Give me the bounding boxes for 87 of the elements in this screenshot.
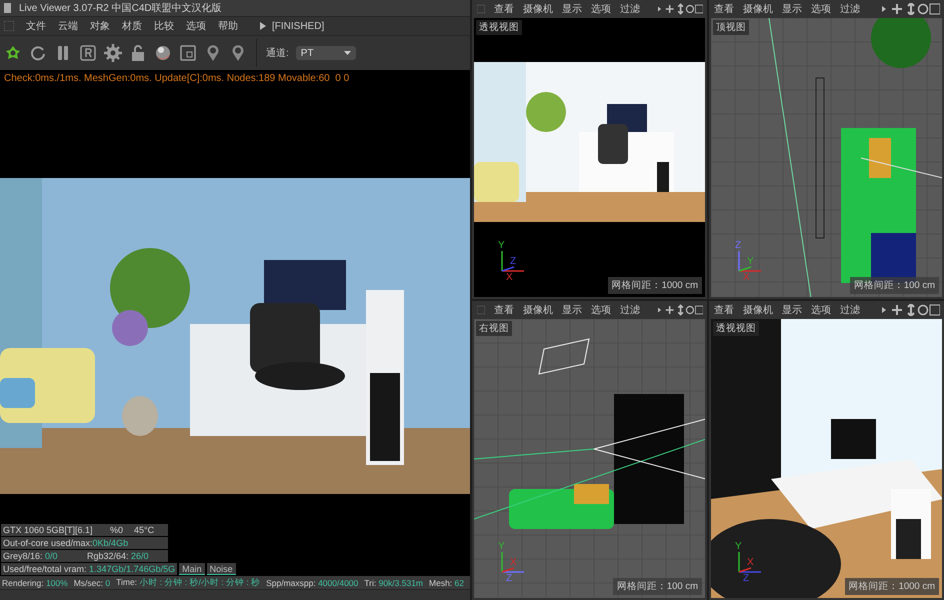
viewport-menu-item[interactable]: 显示 [782,2,802,16]
viewport-menu-item[interactable]: 查看 [494,2,514,16]
axis-label: Z [510,256,516,267]
axis-label: Y [735,541,742,552]
viewport-menu-item[interactable]: 摄像机 [743,303,773,317]
window-icon [4,3,11,13]
settings-icon[interactable] [104,44,122,62]
viewport-title: 透视视图 [713,321,759,336]
viewport-menu-item[interactable]: 查看 [714,303,734,317]
grid-spacing-label: 网格间距：1000 cm [844,578,939,595]
status-item: Mesh: 62 [429,578,464,588]
render-region-icon[interactable] [79,44,97,62]
stat-text: Rgb32/64: 26/0 [86,551,149,561]
viewport-menu-item[interactable]: 过滤 [840,303,860,317]
axis-label: X [506,272,513,283]
grip-icon[interactable] [477,4,485,14]
status-item: Time: 小时 : 分钟 : 秒/小时 : 分钟 : 秒 [116,576,260,588]
axis-label: Z [735,240,742,251]
grid-spacing-label: 网格间距：100 cm [612,578,702,595]
viewport-menu-item[interactable]: 摄像机 [743,2,773,16]
axis-label: Y [747,256,754,267]
viewport-menu-item[interactable]: 查看 [494,303,514,317]
viewport-title: 顶视图 [713,20,749,35]
viewport-controls-icon[interactable] [882,3,940,15]
viewport-menu-item[interactable]: 选项 [590,2,611,16]
axis-label: Z [506,573,512,584]
render-state: [FINISHED] [272,20,324,32]
view-button[interactable]: Noise [206,563,236,575]
grid-spacing-label: 网格间距：1000 cm [608,277,702,294]
viewport-menu-item[interactable]: 过滤 [620,2,640,16]
channel-select[interactable]: PT [296,46,356,60]
status-item: Spp/maxspp: 4000/4000 [266,578,358,588]
viewport[interactable]: 右视图 Y X Z 网格间距：100 cm [474,319,705,598]
viewport-menu-item[interactable]: 选项 [811,2,831,16]
viewport[interactable]: 顶视图 Z Y X 网格间距：100 cm [711,18,942,297]
refresh-icon[interactable] [29,44,47,62]
viewport-menu-item[interactable]: 显示 [562,2,582,16]
viewport-menu-item[interactable]: 过滤 [620,303,640,317]
menu-item[interactable]: 对象 [90,19,110,33]
viewport-menu-item[interactable]: 查看 [714,2,734,16]
stat-text: Used/free/total vram: 1.347Gb/1.746Gb/5G [2,564,176,574]
axis-label: Z [743,573,750,584]
axis-label: X [747,557,754,568]
viewport-menu-item[interactable]: 选项 [811,303,831,317]
menu-item[interactable]: 选项 [186,19,206,33]
grid-spacing-label: 网格间距：100 cm [850,277,939,294]
viewport-controls-icon[interactable] [658,3,703,15]
grip-icon[interactable] [477,305,485,315]
viewport-menu-item[interactable]: 显示 [562,303,582,317]
grip-icon[interactable] [4,21,14,31]
unlock-icon[interactable] [129,44,147,62]
viewport-controls-icon[interactable] [882,304,940,316]
menu-item[interactable]: 文件 [26,19,46,33]
viewport[interactable]: 透视视图 Y Z X 网格间距：1000 cm [474,18,705,297]
menu-item[interactable]: 云端 [58,19,78,33]
gpu-load: %0 [109,525,124,535]
caret-icon [344,51,351,55]
viewport-icon[interactable] [179,44,197,62]
octane-logo-icon[interactable] [4,44,22,62]
viewport-title: 右视图 [476,321,512,336]
status-item: Ms/sec: 0 [74,578,110,588]
status-item: Rendering: 100% [2,578,68,588]
axis-label: X [743,272,750,283]
menu-item[interactable]: 帮助 [218,19,238,33]
gpu-name: GTX 1060 5GB[T][6.1] [2,525,94,535]
channel-label: 通道: [266,46,289,60]
viewport-title: 透视视图 [476,20,522,35]
axis-label: X [510,557,517,568]
axis-label: Y [498,240,505,251]
axis-label: Y [498,541,505,552]
viewport-menu-item[interactable]: 选项 [590,303,611,317]
viewport-menu-item[interactable]: 摄像机 [522,303,553,317]
viewport-menu-item[interactable]: 过滤 [840,2,860,16]
stat-text: Out-of-core used/max:0Kb/4Gb [2,538,128,548]
menu-item[interactable]: 材质 [122,19,142,33]
viewport-menu-item[interactable]: 摄像机 [522,2,553,16]
status-item: Tri: 90k/3.531m [364,578,424,588]
gpu-temperature: 45°C [133,525,154,535]
viewport[interactable]: 透视视图 Y X Z 网格间距：1000 cm [711,319,942,598]
view-button[interactable]: Main [179,563,205,575]
play-icon[interactable] [260,22,266,30]
viewport-menu-item[interactable]: 显示 [782,303,802,317]
menu-item[interactable]: 比较 [154,19,174,33]
stat-text: Grey8/16: 0/0 [2,551,59,561]
window-title: Live Viewer 3.07-R2 中国C4D联盟中文汉化版 [19,2,222,15]
material-sphere-icon[interactable] [154,44,172,62]
viewport-controls-icon[interactable] [658,304,703,316]
